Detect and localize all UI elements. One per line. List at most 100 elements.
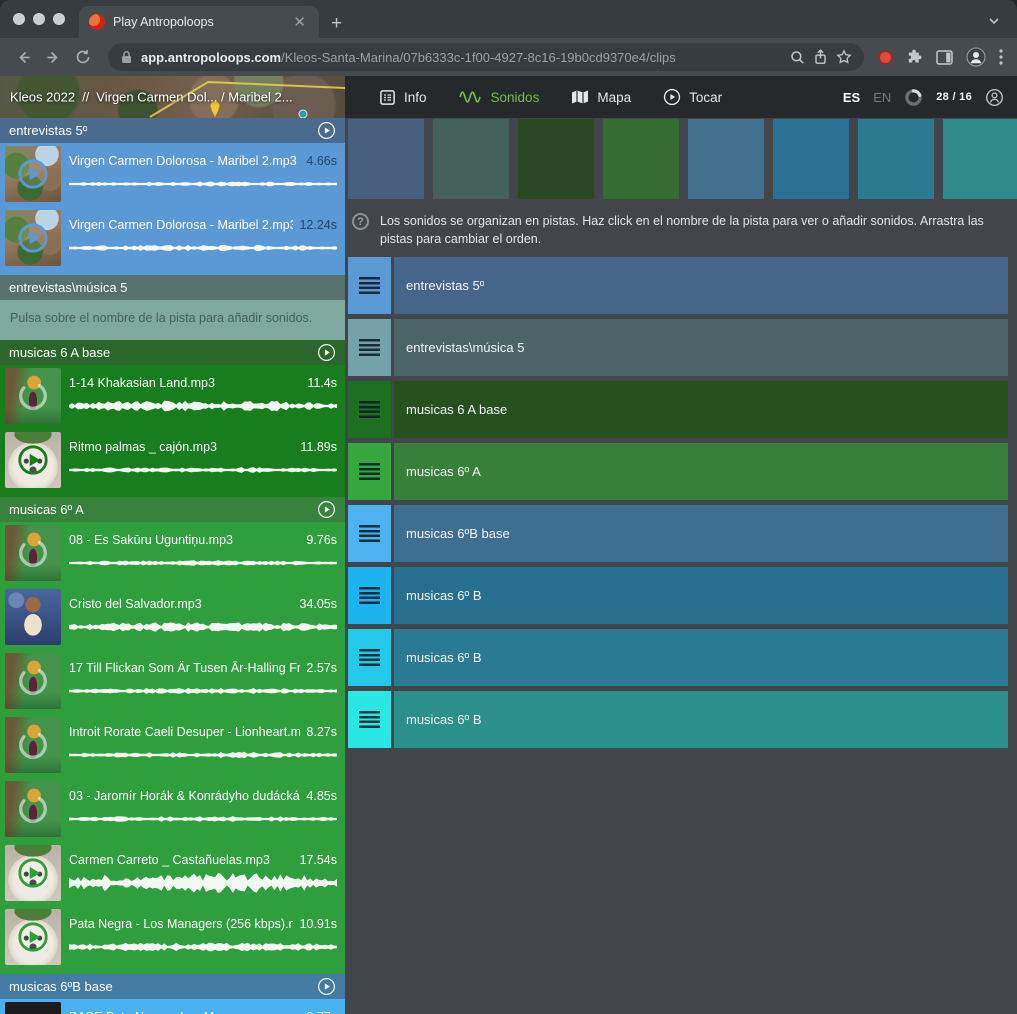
nav-tab-tocar[interactable]: Tocar	[647, 76, 738, 118]
clip-thumbnail[interactable]	[5, 1002, 61, 1014]
track-section-header[interactable]: musicas 6 A base	[0, 340, 345, 365]
track-row[interactable]: musicas 6 A base	[348, 381, 1008, 438]
track-row[interactable]: musicas 6º B	[348, 629, 1008, 686]
track-bar[interactable]: musicas 6 A base	[394, 381, 1008, 438]
track-drag-handle[interactable]	[348, 319, 391, 376]
track-drag-handle[interactable]	[348, 629, 391, 686]
clip-thumbnail[interactable]	[5, 432, 61, 488]
tab-close-icon[interactable]: ✕	[290, 13, 309, 32]
map-preview-image[interactable]: Kleos 2022//Virgen Carmen Dol... / Marib…	[0, 76, 345, 118]
clip-row[interactable]: BASE Pata Negra - Los Managers 3.77s	[0, 999, 345, 1014]
close-window-button[interactable]	[13, 13, 25, 25]
clip-row[interactable]: 1-14 Khakasian Land.mp3 11.4s	[0, 365, 345, 427]
forward-button[interactable]	[40, 44, 66, 70]
clip-title: Virgen Carmen Dolorosa - Maribel 2.mp3	[69, 154, 300, 168]
clip-thumbnail[interactable]	[5, 845, 61, 901]
nav-tab-mapa[interactable]: Mapa	[555, 76, 647, 118]
clip-thumbnail[interactable]	[5, 146, 61, 202]
track-row[interactable]: entrevistas 5º	[348, 257, 1008, 314]
lang-es-button[interactable]: ES	[843, 90, 860, 105]
nav-tab-sonidos[interactable]: Sonidos	[443, 76, 556, 118]
tab-title: Play Antropoloops	[113, 15, 282, 29]
breadcrumb[interactable]: Kleos 2022//Virgen Carmen Dol... / Marib…	[10, 90, 340, 105]
clips-counter: 28 / 16	[936, 91, 972, 103]
track-row[interactable]: musicas 6ºB base	[348, 505, 1008, 562]
track-bar[interactable]: entrevistas 5º	[394, 257, 1008, 314]
track-drag-handle[interactable]	[348, 257, 391, 314]
track-drag-handle[interactable]	[348, 567, 391, 624]
clip-thumbnail[interactable]	[5, 653, 61, 709]
clip-row[interactable]: Virgen Carmen Dolorosa - Maribel 2.mp3 4…	[0, 143, 345, 205]
clip-thumbnail[interactable]	[5, 368, 61, 424]
chevron-down-icon[interactable]	[987, 14, 1001, 28]
minimize-window-button[interactable]	[33, 13, 45, 25]
clip-row[interactable]: Pata Negra - Los Managers (256 kbps).mp3…	[0, 906, 345, 968]
track-name: musicas 6º B	[406, 712, 482, 727]
lang-en-button[interactable]: EN	[873, 90, 891, 105]
record-extension-icon[interactable]	[878, 50, 893, 65]
clip-thumbnail[interactable]	[5, 525, 61, 581]
play-clip-icon[interactable]	[16, 443, 50, 477]
track-section-header[interactable]: entrevistas\música 5	[0, 275, 345, 300]
new-tab-button[interactable]: +	[331, 14, 342, 33]
play-clip-icon[interactable]	[16, 856, 50, 890]
track-bar[interactable]: musicas 6ºB base	[394, 505, 1008, 562]
track-drag-handle[interactable]	[348, 691, 391, 748]
track-section-header[interactable]: musicas 6ºB base	[0, 974, 345, 999]
clip-title: 03 - Jaromír Horák & Konrádyho dudácká .…	[69, 789, 300, 803]
clip-thumbnail[interactable]	[5, 589, 61, 645]
menu-dots-icon[interactable]	[999, 49, 1003, 65]
track-section-header[interactable]: entrevistas 5º	[0, 118, 345, 143]
play-track-icon[interactable]	[317, 121, 336, 140]
back-button[interactable]	[10, 44, 36, 70]
share-icon[interactable]	[813, 49, 828, 65]
track-row[interactable]: entrevistas\música 5	[348, 319, 1008, 376]
clip-waveform	[69, 395, 337, 417]
clip-row[interactable]: Ritmo palmas _ cajón.mp3 11.89s	[0, 429, 345, 491]
track-name: musicas 6º A	[406, 464, 481, 479]
play-clip-icon[interactable]	[16, 920, 50, 954]
track-bar[interactable]: musicas 6º B	[394, 691, 1008, 748]
nav-tab-info[interactable]: Info	[363, 76, 443, 118]
track-drag-handle[interactable]	[348, 381, 391, 438]
zoom-page-icon[interactable]	[790, 50, 805, 65]
bookmark-star-icon[interactable]	[836, 49, 852, 65]
reload-button[interactable]	[70, 44, 96, 70]
track-row[interactable]: musicas 6º B	[348, 567, 1008, 624]
play-clip-icon[interactable]	[16, 157, 50, 191]
clip-thumbnail[interactable]	[5, 210, 61, 266]
play-track-icon[interactable]	[317, 500, 336, 519]
track-drag-handle[interactable]	[348, 443, 391, 500]
track-bar[interactable]: musicas 6º B	[394, 629, 1008, 686]
clip-row[interactable]: Carmen Carreto _ Castañuelas.mp3 17.54s	[0, 842, 345, 904]
profile-avatar-icon[interactable]	[966, 47, 986, 67]
clip-row[interactable]: 03 - Jaromír Horák & Konrádyho dudácká .…	[0, 778, 345, 840]
play-track-icon[interactable]	[317, 343, 336, 362]
track-section-header[interactable]: musicas 6º A	[0, 497, 345, 522]
browser-tab[interactable]: Play Antropoloops ✕	[79, 6, 319, 38]
account-icon[interactable]	[985, 88, 1004, 107]
clip-row[interactable]: Virgen Carmen Dolorosa - Maribel 2.mp3 1…	[0, 207, 345, 269]
play-track-icon[interactable]	[317, 977, 336, 996]
clip-row[interactable]: 08 - Es Sakūru Uguntiņu.mp3 9.76s	[0, 522, 345, 584]
clip-thumbnail[interactable]	[5, 781, 61, 837]
track-bar[interactable]: musicas 6º B	[394, 567, 1008, 624]
url-bar[interactable]: app.antropoloops.com/Kleos-Santa-Marina/…	[108, 43, 864, 71]
maximize-window-button[interactable]	[53, 13, 65, 25]
track-row[interactable]: musicas 6º A	[348, 443, 1008, 500]
extensions-puzzle-icon[interactable]	[906, 49, 923, 66]
clip-thumbnail[interactable]	[5, 717, 61, 773]
breadcrumb-project[interactable]: Kleos 2022	[10, 90, 75, 105]
clip-row[interactable]: Cristo del Salvador.mp3 34.05s	[0, 586, 345, 648]
track-bar[interactable]: musicas 6º A	[394, 443, 1008, 500]
clip-row[interactable]: 17 Till Flickan Som Är Tusen År-Halling …	[0, 650, 345, 712]
side-panel-icon[interactable]	[936, 50, 953, 65]
clip-thumbnail[interactable]	[5, 909, 61, 965]
play-clip-icon[interactable]	[16, 221, 50, 255]
track-drag-handle[interactable]	[348, 505, 391, 562]
clip-row[interactable]: Introit Rorate Caeli Desuper - Lionheart…	[0, 714, 345, 776]
track-bar[interactable]: entrevistas\música 5	[394, 319, 1008, 376]
drag-handle-icon	[359, 649, 380, 666]
clip-list: 1-14 Khakasian Land.mp3 11.4s Ritmo palm…	[0, 365, 345, 491]
track-row[interactable]: musicas 6º B	[348, 691, 1008, 748]
